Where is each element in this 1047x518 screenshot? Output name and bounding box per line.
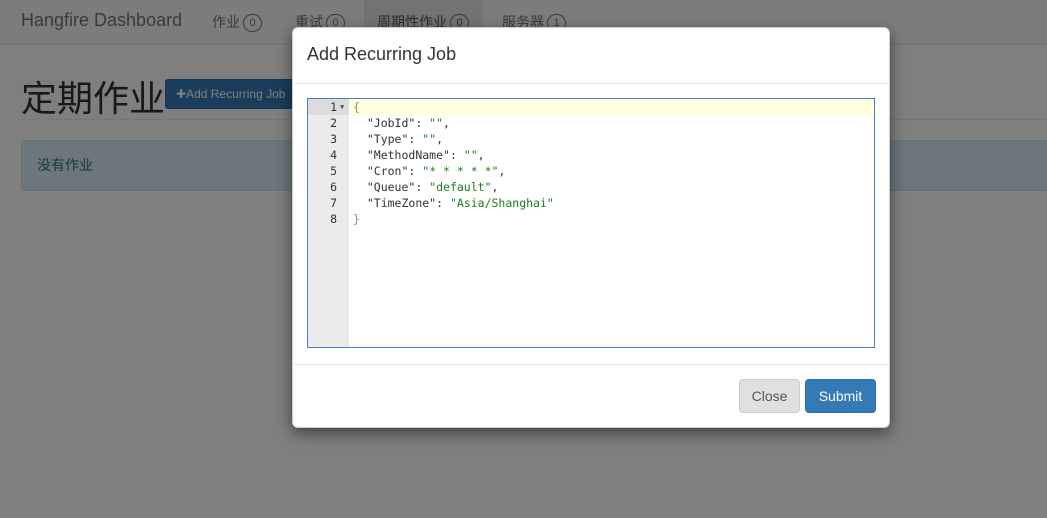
line-number: 8 bbox=[330, 212, 337, 226]
json-key: "Queue" bbox=[366, 180, 416, 194]
close-button[interactable]: Close bbox=[739, 379, 800, 413]
code-line: { bbox=[353, 99, 360, 115]
json-key: "Type" bbox=[366, 132, 409, 146]
modal-header: Add Recurring Job bbox=[293, 28, 889, 84]
line-number: 6 bbox=[330, 180, 337, 194]
json-key: "Cron" bbox=[366, 164, 409, 178]
json-value: "" bbox=[429, 116, 444, 130]
code-line: "Cron": "* * * * *", bbox=[366, 164, 506, 178]
json-value: "" bbox=[422, 132, 437, 146]
add-recurring-job-modal: Add Recurring Job 1 ▼ 2 3 4 5 6 7 8 { "J… bbox=[292, 27, 890, 428]
json-value: "Asia/Shanghai" bbox=[449, 196, 554, 210]
json-key: "MethodName" bbox=[366, 148, 450, 162]
line-number: 5 bbox=[330, 164, 337, 178]
modal-footer-divider bbox=[293, 364, 889, 365]
json-key: "TimeZone" bbox=[366, 196, 437, 210]
line-number: 7 bbox=[330, 196, 337, 210]
json-key: "JobId" bbox=[366, 116, 416, 130]
json-value: "default" bbox=[429, 180, 492, 194]
code-line: "MethodName": "", bbox=[366, 148, 485, 162]
fold-toggle-icon[interactable]: ▼ bbox=[340, 99, 344, 115]
json-brace: { bbox=[353, 100, 360, 114]
line-number: 1 bbox=[330, 100, 337, 114]
line-number: 2 bbox=[330, 116, 337, 130]
code-line: "TimeZone": "Asia/Shanghai" bbox=[366, 196, 554, 210]
code-line: "JobId": "", bbox=[366, 116, 450, 130]
code-line: } bbox=[353, 211, 360, 227]
line-number: 4 bbox=[330, 148, 337, 162]
submit-button[interactable]: Submit bbox=[805, 379, 876, 413]
json-value: "* * * * *" bbox=[422, 164, 499, 178]
line-number: 3 bbox=[330, 132, 337, 146]
active-line-highlight bbox=[308, 99, 874, 115]
json-value: "" bbox=[463, 148, 478, 162]
json-brace: } bbox=[353, 212, 360, 226]
code-line: "Queue": "default", bbox=[366, 180, 499, 194]
json-editor[interactable]: 1 ▼ 2 3 4 5 6 7 8 { "JobId": "", "Type":… bbox=[307, 98, 875, 348]
modal-title: Add Recurring Job bbox=[307, 44, 457, 64]
code-line: "Type": "", bbox=[366, 132, 444, 146]
